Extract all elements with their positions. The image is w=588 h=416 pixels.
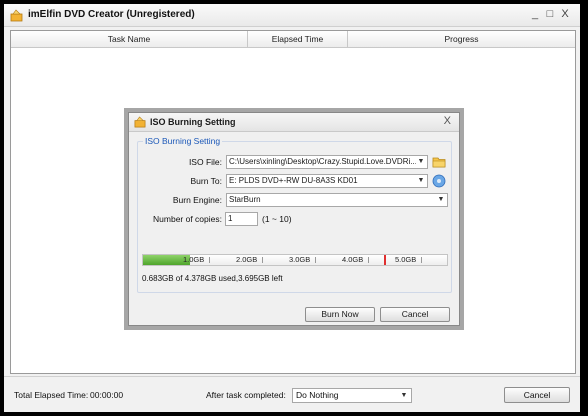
app-logo-icon xyxy=(10,9,23,22)
capacity-tick: 2.0GB xyxy=(236,255,264,264)
dialog-close-button[interactable]: X xyxy=(444,115,451,127)
iso-settings-group: ISO Burning Setting ISO File: C:\Users\x… xyxy=(137,136,452,293)
chevron-down-icon: ▼ xyxy=(416,156,426,168)
dialog-cancel-button[interactable]: Cancel xyxy=(380,307,450,322)
app-window: imElfin DVD Creator (Unregistered) _ □ X… xyxy=(0,0,588,416)
iso-file-value: C:\Users\xinling\Desktop\Crazy.Stupid.Lo… xyxy=(229,157,417,166)
window-frame: imElfin DVD Creator (Unregistered) _ □ X… xyxy=(4,4,580,412)
group-title: ISO Burning Setting xyxy=(143,136,223,146)
after-task-select-value: Do Nothing xyxy=(296,390,339,400)
main-cancel-button[interactable]: Cancel xyxy=(504,387,570,403)
iso-file-select[interactable]: C:\Users\xinling\Desktop\Crazy.Stupid.Lo… xyxy=(226,155,428,169)
burn-now-label: Burn Now xyxy=(321,309,359,319)
column-header-progress[interactable]: Progress xyxy=(348,31,575,48)
chevron-down-icon: ▼ xyxy=(400,392,408,399)
close-button[interactable]: X xyxy=(558,7,572,22)
capacity-tick: 3.0GB xyxy=(289,255,317,264)
iso-file-label: ISO File: xyxy=(188,157,222,167)
copies-range-hint: (1 ~ 10) xyxy=(262,214,292,224)
after-task-label: After task completed: xyxy=(206,390,286,400)
burn-engine-select[interactable]: StarBurn ▼ xyxy=(226,193,448,207)
copies-input[interactable]: 1 xyxy=(225,212,258,226)
dialog-title: ISO Burning Setting xyxy=(150,117,236,127)
burn-to-select[interactable]: E: PLDS DVD+-RW DU-8A3S KD01 ▼ xyxy=(226,174,428,188)
elapsed-time-label: Total Elapsed Time: xyxy=(14,390,89,400)
after-task-select[interactable]: Do Nothing ▼ xyxy=(292,388,412,403)
capacity-tick: 4.0GB xyxy=(342,255,370,264)
status-bar: Total Elapsed Time: 00:00:00 After task … xyxy=(4,376,580,412)
window-title: imElfin DVD Creator (Unregistered) xyxy=(28,9,195,20)
column-header-task-name[interactable]: Task Name xyxy=(11,31,248,48)
dialog-cancel-label: Cancel xyxy=(401,309,429,319)
minimize-button[interactable]: _ xyxy=(528,7,542,22)
burn-to-value: E: PLDS DVD+-RW DU-8A3S KD01 xyxy=(229,176,358,185)
title-bar: imElfin DVD Creator (Unregistered) _ □ X xyxy=(4,4,580,27)
burn-now-button[interactable]: Burn Now xyxy=(305,307,375,322)
app-logo-icon xyxy=(134,116,146,128)
capacity-bar: 1.0GB 2.0GB 3.0GB 4.0GB 5.0GB xyxy=(142,254,448,266)
column-header-elapsed-time[interactable]: Elapsed Time xyxy=(248,31,348,48)
iso-burning-dialog: ISO Burning Setting X ISO Burning Settin… xyxy=(128,112,460,326)
capacity-info: 0.683GB of 4.378GB used,3.695GB left xyxy=(142,274,283,283)
copies-value: 1 xyxy=(228,214,233,223)
maximize-button[interactable]: □ xyxy=(543,7,557,22)
capacity-tick: 1.0GB xyxy=(183,255,211,264)
chevron-down-icon: ▼ xyxy=(436,194,446,206)
burn-to-label: Burn To: xyxy=(190,176,222,186)
chevron-down-icon: ▼ xyxy=(416,175,426,187)
capacity-limit-marker xyxy=(384,255,386,265)
folder-icon[interactable] xyxy=(432,155,446,169)
capacity-tick: 5.0GB xyxy=(395,255,423,264)
burn-engine-label: Burn Engine: xyxy=(172,195,222,205)
burn-engine-value: StarBurn xyxy=(229,195,261,204)
refresh-drive-icon[interactable] xyxy=(432,174,446,188)
elapsed-time-value: 00:00:00 xyxy=(90,390,124,400)
copies-label: Number of copies: xyxy=(153,214,222,224)
dialog-title-bar: ISO Burning Setting X xyxy=(129,113,459,132)
